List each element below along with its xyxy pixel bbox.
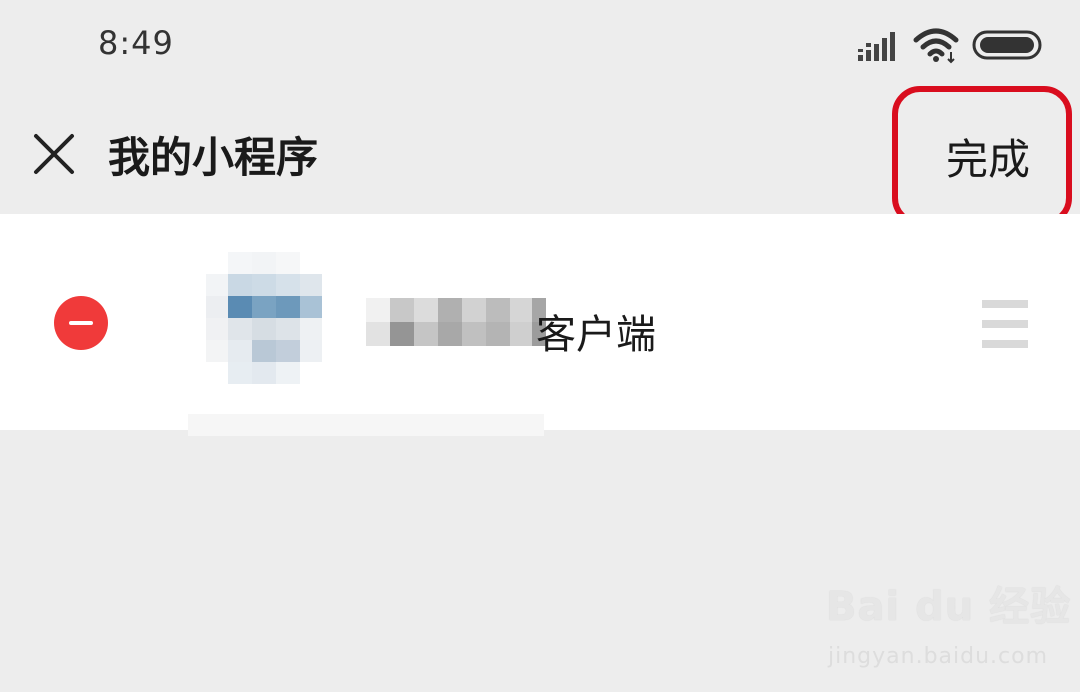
done-label: 完成 — [946, 135, 1031, 184]
obscured-name-pixels — [366, 298, 546, 346]
watermark-url: jingyan.baidu.com — [828, 644, 1049, 669]
watermark-logo-text: Bai du 经验 — [826, 584, 1072, 630]
title-bar: 我的小程序 完成 — [0, 86, 1080, 226]
done-button[interactable]: 完成 — [892, 86, 1072, 226]
close-icon[interactable] — [30, 130, 78, 178]
signal-icon — [858, 32, 895, 61]
mini-program-list: 客户端 — [0, 214, 1080, 436]
page-title: 我的小程序 — [108, 133, 319, 182]
obscured-strip — [188, 414, 544, 436]
watermark: Bai du 经验 jingyan.baidu.com — [826, 574, 1070, 674]
battery-icon — [972, 30, 1042, 60]
status-time: 8:49 — [98, 24, 174, 62]
drag-handle-icon[interactable] — [982, 300, 1028, 348]
status-bar: 8:49 — [0, 0, 1080, 92]
minus-circle-icon[interactable] — [54, 296, 108, 350]
mini-program-name: 客户端 — [536, 312, 656, 358]
wifi-icon — [913, 28, 959, 64]
app-icon — [206, 252, 322, 384]
